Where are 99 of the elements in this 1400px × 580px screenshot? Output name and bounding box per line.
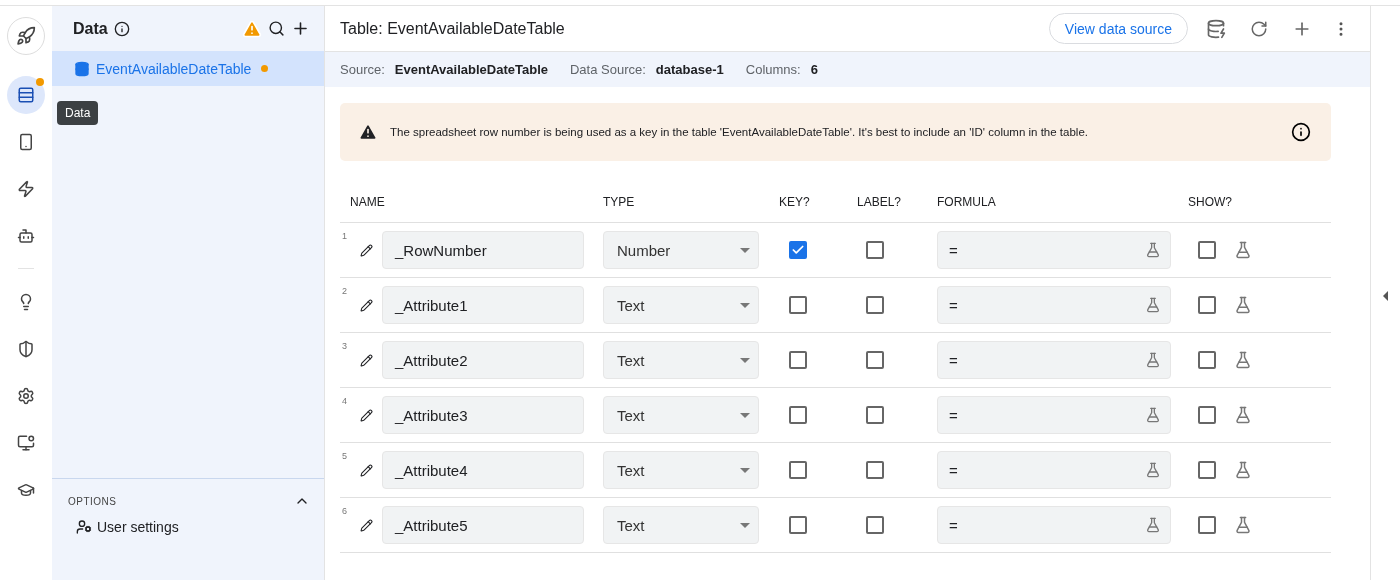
flask-icon[interactable] (1234, 406, 1252, 424)
show-checkbox[interactable] (1198, 241, 1216, 259)
column-header: TYPE (603, 181, 779, 223)
key-checkbox[interactable] (789, 351, 807, 369)
pencil-icon[interactable] (360, 408, 373, 422)
name-field[interactable]: _Attribute5 (382, 506, 584, 544)
type-dropdown[interactable]: Text (603, 506, 759, 544)
show-checkbox[interactable] (1198, 461, 1216, 479)
database-icon (74, 60, 90, 77)
collapse-arrow-icon[interactable] (1383, 290, 1388, 301)
type-dropdown[interactable]: Text (603, 286, 759, 324)
shield-icon (17, 339, 35, 358)
options-heading: OPTIONS (68, 495, 117, 507)
flask-icon[interactable] (1145, 407, 1161, 423)
name-field[interactable]: _Attribute1 (382, 286, 584, 324)
pencil-icon[interactable] (360, 353, 373, 367)
info-value: EventAvailableDateTable (394, 62, 548, 77)
key-checkbox[interactable] (789, 296, 807, 314)
column-header: LABEL? (857, 181, 937, 223)
key-checkbox[interactable] (789, 516, 807, 534)
settings-icon (17, 386, 35, 405)
formula-field[interactable]: = (937, 506, 1171, 544)
table-nav-button[interactable] (7, 75, 45, 114)
flask-icon[interactable] (1234, 351, 1252, 369)
flask-icon[interactable] (1145, 517, 1161, 533)
sidebar-title: Data (73, 19, 108, 38)
pencil-icon[interactable] (360, 298, 373, 312)
info-value: 6 (810, 62, 818, 77)
warning-text: The spreadsheet row number is being used as a key in the table 'EventAvailableDateTable'. It's best to include an 'ID' column in the table. (390, 126, 1089, 138)
phone-icon (17, 132, 35, 151)
table-list-item[interactable]: EventAvailableDateTable (52, 51, 324, 86)
info-label: Columns: (745, 62, 801, 77)
name-field[interactable]: _Attribute2 (382, 341, 584, 379)
pencil-icon[interactable] (360, 518, 373, 532)
show-checkbox[interactable] (1198, 351, 1216, 369)
flask-icon[interactable] (1234, 296, 1252, 314)
row-number: 6 (342, 506, 347, 516)
name-field[interactable]: _RowNumber (382, 231, 584, 269)
flask-icon[interactable] (1145, 352, 1161, 368)
row-number: 2 (342, 286, 347, 296)
view-data-source-button[interactable]: View data source (1048, 13, 1188, 44)
warning-icon (358, 122, 378, 142)
type-dropdown[interactable]: Text (603, 396, 759, 434)
table-icon (17, 85, 35, 104)
flask-icon[interactable] (1234, 241, 1252, 259)
type-dropdown[interactable]: Number (603, 231, 759, 269)
flask-icon[interactable] (1145, 297, 1161, 313)
info-icon[interactable] (113, 20, 130, 37)
add-icon[interactable] (291, 19, 310, 38)
label-checkbox[interactable] (866, 351, 884, 369)
column-header: NAME (340, 181, 603, 223)
flask-icon[interactable] (1234, 461, 1252, 479)
key-checkbox[interactable] (789, 461, 807, 479)
row-number: 4 (342, 396, 347, 406)
check-icon (791, 243, 805, 257)
formula-field[interactable]: = (937, 231, 1171, 269)
column-header: SHOW? (1188, 181, 1331, 223)
type-dropdown[interactable]: Text (603, 341, 759, 379)
show-checkbox[interactable] (1198, 516, 1216, 534)
robot-icon (17, 226, 35, 245)
label-checkbox[interactable] (866, 296, 884, 314)
flask-icon[interactable] (1145, 242, 1161, 258)
search-icon[interactable] (268, 20, 285, 37)
key-checkbox[interactable] (789, 406, 807, 424)
pencil-icon[interactable] (360, 243, 373, 257)
name-field[interactable]: _Attribute4 (382, 451, 584, 489)
formula-field[interactable]: = (937, 451, 1171, 489)
column-header: KEY? (779, 181, 857, 223)
user-gear-icon (76, 519, 92, 535)
database-icon[interactable] (1206, 18, 1226, 39)
label-checkbox[interactable] (866, 406, 884, 424)
label-checkbox[interactable] (866, 241, 884, 259)
tooltip: Data (57, 101, 99, 125)
formula-field[interactable]: = (937, 396, 1171, 434)
row-number: 5 (342, 451, 347, 461)
key-checkbox[interactable] (789, 241, 807, 259)
label-checkbox[interactable] (866, 461, 884, 479)
row-number: 1 (342, 231, 347, 241)
label-checkbox[interactable] (866, 516, 884, 534)
show-checkbox[interactable] (1198, 406, 1216, 424)
formula-field[interactable]: = (937, 286, 1171, 324)
row-number: 3 (342, 341, 347, 351)
formula-field[interactable]: = (937, 341, 1171, 379)
flask-icon[interactable] (1234, 516, 1252, 534)
flask-icon[interactable] (1145, 462, 1161, 478)
type-dropdown[interactable]: Text (603, 451, 759, 489)
page-title: Table: EventAvailableDateTable (340, 19, 566, 38)
info-label: Data Source: (570, 62, 646, 77)
info-icon[interactable] (1291, 122, 1311, 142)
monitor-icon (17, 433, 35, 452)
info-label: Source: (340, 62, 385, 77)
pencil-icon[interactable] (360, 463, 373, 477)
info-value: database-1 (655, 62, 724, 77)
user-settings-item[interactable]: User settings (68, 509, 187, 545)
column-header: FORMULA (937, 181, 1188, 223)
lightning-icon (17, 179, 35, 198)
show-checkbox[interactable] (1198, 296, 1216, 314)
name-field[interactable]: _Attribute3 (382, 396, 584, 434)
refresh-icon[interactable] (1250, 19, 1268, 38)
